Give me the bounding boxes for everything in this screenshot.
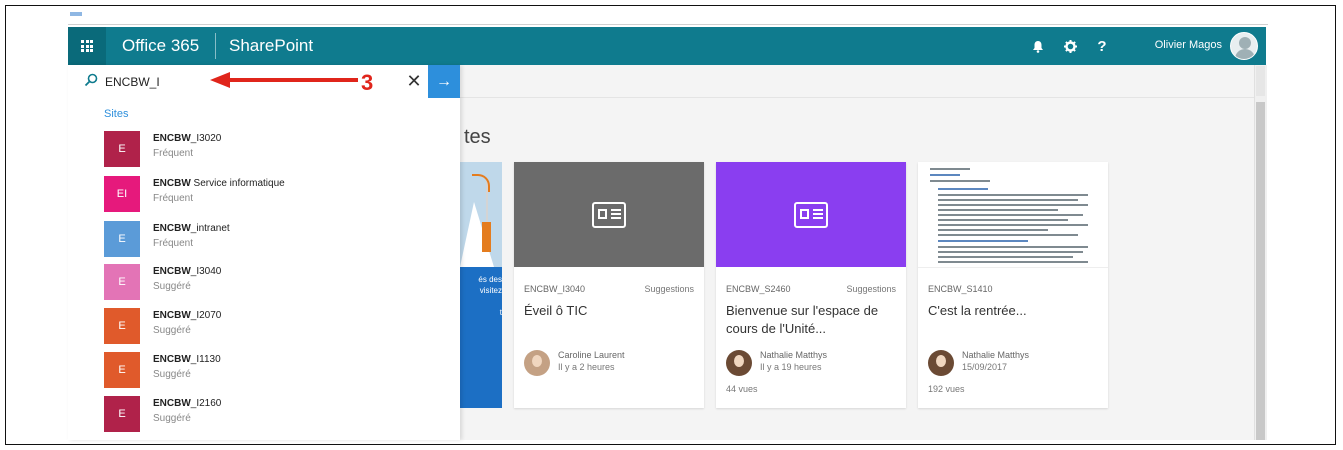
help-icon: ? <box>1097 37 1107 55</box>
scroll-up-button[interactable] <box>1256 66 1265 96</box>
user-name[interactable]: Olivier Magos <box>1155 39 1222 51</box>
annotation-step-number: 3 <box>361 70 374 95</box>
news-icon <box>592 201 626 228</box>
site-name: ENCBW Service informatique <box>153 178 285 189</box>
site-result-item[interactable]: E ENCBW_I2070 Suggéré <box>104 308 444 346</box>
promo-card[interactable]: és des visitez t <box>460 162 502 408</box>
site-result-item[interactable]: E ENCBW_I1130 Suggéré <box>104 352 444 390</box>
site-frequency: Suggéré <box>153 281 191 292</box>
site-name: ENCBW_I3020 <box>153 133 222 144</box>
card-title[interactable]: Éveil ô TIC <box>524 302 696 320</box>
promo-text: és des visitez t <box>478 275 502 317</box>
site-frequency: Suggéré <box>153 369 191 380</box>
site-result-item[interactable]: E ENCBW_I3020 Fréquent <box>104 131 444 169</box>
news-icon <box>794 201 828 228</box>
site-tile: E <box>104 396 140 432</box>
suite-divider <box>215 33 216 59</box>
site-frequency: Fréquent <box>153 148 194 159</box>
site-frequency: Fréquent <box>153 193 194 204</box>
news-card[interactable]: ENCBW_S1410 C'est la rentrée... Nathalie… <box>918 162 1108 408</box>
news-card[interactable]: ENCBW_S2460 Suggestions Bienvenue sur l'… <box>716 162 906 408</box>
close-icon: ✕ <box>406 71 422 91</box>
card-tag: Suggestions <box>846 284 896 294</box>
site-tile: E <box>104 221 140 257</box>
site-frequency: Fréquent <box>153 238 194 249</box>
settings-button[interactable] <box>1054 27 1086 65</box>
site-result-item[interactable]: E ENCBW_I3040 Suggéré <box>104 264 444 302</box>
card-title[interactable]: Bienvenue sur l'espace de cours de l'Uni… <box>726 302 898 338</box>
card-tag: Suggestions <box>644 284 694 294</box>
search-icon <box>84 73 98 87</box>
site-result-item[interactable]: EI ENCBW Service informatique Fréquent <box>104 176 444 214</box>
author-name: Caroline Laurent <box>558 350 625 360</box>
suite-bar: Office 365 SharePoint ? Olivier Magos <box>68 27 1266 65</box>
author-avatar <box>726 350 752 376</box>
site-tile: E <box>104 308 140 344</box>
card-site-name[interactable]: ENCBW_I3040 <box>524 284 585 294</box>
news-card[interactable]: ENCBW_I3040 Suggestions Éveil ô TIC Caro… <box>514 162 704 408</box>
view-count: 192 vues <box>928 384 965 394</box>
card-title[interactable]: C'est la rentrée... <box>928 302 1100 320</box>
scrollbar-thumb[interactable] <box>1256 102 1265 440</box>
annotation-arrow-icon <box>210 72 358 88</box>
author-name: Nathalie Matthys <box>760 350 828 360</box>
document-thumbnail <box>918 162 1108 268</box>
help-button[interactable]: ? <box>1086 27 1118 65</box>
post-time: Il y a 19 heures <box>760 362 822 372</box>
avatar[interactable] <box>1230 32 1258 60</box>
browser-tab-indicator <box>70 12 82 16</box>
clear-search-button[interactable]: ✕ <box>403 70 425 92</box>
notifications-button[interactable] <box>1022 27 1054 65</box>
author-avatar <box>928 350 954 376</box>
post-time: Il y a 2 heures <box>558 362 615 372</box>
office-365-link[interactable]: Office 365 <box>122 36 199 56</box>
site-tile: E <box>104 352 140 388</box>
author-name: Nathalie Matthys <box>962 350 1030 360</box>
bell-icon <box>1033 40 1043 53</box>
post-date: 15/09/2017 <box>962 362 1008 372</box>
search-submit-button[interactable]: → <box>428 65 460 98</box>
browser-chrome <box>68 12 1268 25</box>
author-avatar <box>524 350 550 376</box>
site-result-item[interactable]: E ENCBW_intranet Fréquent <box>104 221 444 259</box>
card-site-name[interactable]: ENCBW_S2460 <box>726 284 791 294</box>
site-frequency: Suggéré <box>153 413 191 424</box>
sharepoint-link[interactable]: SharePoint <box>229 36 313 56</box>
site-result-item[interactable]: E ENCBW_I2160 Suggéré <box>104 396 444 434</box>
view-count: 44 vues <box>726 384 758 394</box>
promo-illustration <box>460 162 502 267</box>
section-title: tes <box>464 126 491 148</box>
site-tile: EI <box>104 176 140 212</box>
site-name: ENCBW_I2070 <box>153 310 222 321</box>
results-section-label: Sites <box>104 108 129 120</box>
site-frequency: Suggéré <box>153 325 191 336</box>
site-tile: E <box>104 264 140 300</box>
card-site-name[interactable]: ENCBW_S1410 <box>928 284 993 294</box>
content-header-bar <box>460 65 1254 98</box>
site-name: ENCBW_I3040 <box>153 266 222 277</box>
gear-icon <box>1063 39 1077 53</box>
app-launcher-button[interactable] <box>68 27 106 65</box>
waffle-icon <box>81 40 93 52</box>
site-name: ENCBW_intranet <box>153 223 230 234</box>
site-tile: E <box>104 131 140 167</box>
site-name: ENCBW_I1130 <box>153 354 221 365</box>
arrow-right-icon: → <box>436 72 452 90</box>
site-name: ENCBW_I2160 <box>153 398 222 409</box>
card-thumbnail <box>716 162 906 267</box>
card-thumbnail <box>514 162 704 267</box>
